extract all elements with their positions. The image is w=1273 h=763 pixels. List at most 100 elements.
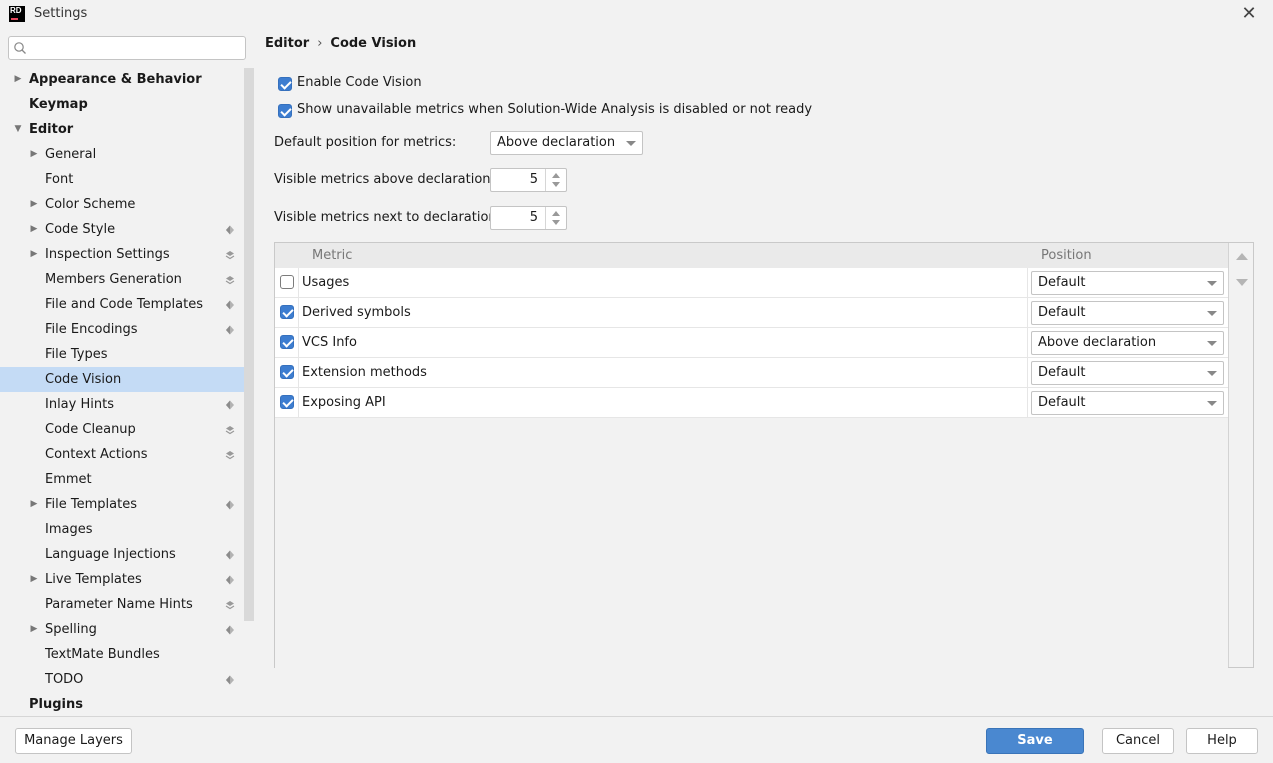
- column-divider: [1027, 328, 1028, 358]
- chevron-right-icon[interactable]: ▶: [12, 67, 24, 92]
- close-icon[interactable]: ✕: [1240, 4, 1258, 24]
- sidebar-item-label: Context Actions: [45, 447, 148, 462]
- table-row[interactable]: Extension methods Default: [275, 358, 1228, 388]
- column-divider: [1027, 358, 1028, 388]
- sidebar-item[interactable]: Members Generation: [0, 267, 254, 292]
- row-check-cell: [275, 358, 299, 388]
- table-row[interactable]: Usages Default: [275, 268, 1228, 298]
- chevron-right-icon[interactable]: ▶: [28, 242, 40, 267]
- title-bar: RD Settings ✕: [0, 0, 1273, 30]
- chevron-right-icon[interactable]: ▶: [28, 217, 40, 242]
- sidebar-item[interactable]: TODO: [0, 667, 254, 692]
- sidebar-item-label: Keymap: [29, 97, 88, 112]
- stepper-buttons[interactable]: [545, 169, 566, 191]
- sidebar-item[interactable]: Plugins: [0, 692, 254, 717]
- manage-layers-button[interactable]: Manage Layers: [15, 728, 132, 754]
- chevron-down-icon: [1207, 401, 1217, 406]
- metric-checkbox[interactable]: [280, 305, 294, 319]
- enable-code-vision-checkbox[interactable]: [278, 77, 292, 91]
- show-unavailable-checkbox[interactable]: [278, 104, 292, 118]
- sidebar-item[interactable]: Parameter Name Hints: [0, 592, 254, 617]
- chevron-right-icon[interactable]: ▶: [28, 192, 40, 217]
- chevron-down-icon: [1207, 341, 1217, 346]
- arrow-down-icon[interactable]: [552, 182, 560, 187]
- sidebar-item[interactable]: ▶ Inspection Settings: [0, 242, 254, 267]
- sidebar-item-label: Inspection Settings: [45, 247, 170, 262]
- default-position-select[interactable]: Above declaration: [490, 131, 643, 155]
- sidebar-item[interactable]: Keymap: [0, 92, 254, 117]
- metric-checkbox[interactable]: [280, 365, 294, 379]
- breadcrumb-parent[interactable]: Editor: [265, 36, 309, 51]
- sidebar-item[interactable]: ▶ General: [0, 142, 254, 167]
- table-body: Usages Default Derived symbols Default VCS I…: [275, 268, 1228, 668]
- table-row[interactable]: Exposing API Default: [275, 388, 1228, 418]
- table-row[interactable]: Derived symbols Default: [275, 298, 1228, 328]
- position-select[interactable]: Default: [1031, 271, 1224, 295]
- chevron-down-icon[interactable]: ▼: [12, 117, 24, 142]
- metric-checkbox[interactable]: [280, 395, 294, 409]
- cancel-button[interactable]: Cancel: [1102, 728, 1174, 754]
- sidebar-item[interactable]: File and Code Templates: [0, 292, 254, 317]
- sidebar-item[interactable]: Language Injections: [0, 542, 254, 567]
- sidebar-item[interactable]: ▶ Spelling: [0, 617, 254, 642]
- chevron-right-icon[interactable]: ▶: [28, 567, 40, 592]
- metric-checkbox[interactable]: [280, 275, 294, 289]
- search-input[interactable]: [8, 36, 246, 60]
- sidebar-item[interactable]: Images: [0, 517, 254, 542]
- position-select[interactable]: Default: [1031, 391, 1224, 415]
- default-position-value: Above declaration: [497, 135, 616, 150]
- visible-next-stepper[interactable]: 5: [490, 206, 567, 230]
- position-select[interactable]: Default: [1031, 301, 1224, 325]
- table-toolbar: [1228, 243, 1253, 667]
- row-check-cell: [275, 388, 299, 418]
- chevron-right-icon[interactable]: ▶: [28, 142, 40, 167]
- sidebar-item[interactable]: Context Actions: [0, 442, 254, 467]
- sidebar-item[interactable]: TextMate Bundles: [0, 642, 254, 667]
- position-select[interactable]: Default: [1031, 361, 1224, 385]
- move-up-icon[interactable]: [1236, 253, 1248, 260]
- chevron-down-icon: [626, 141, 636, 146]
- position-value: Default: [1038, 395, 1086, 410]
- arrow-up-icon[interactable]: [552, 211, 560, 216]
- sidebar-item-label: Code Cleanup: [45, 422, 136, 437]
- sidebar-scrollbar[interactable]: [244, 68, 254, 621]
- metric-checkbox[interactable]: [280, 335, 294, 349]
- table-row[interactable]: VCS Info Above declaration: [275, 328, 1228, 358]
- sidebar-item[interactable]: Inlay Hints: [0, 392, 254, 417]
- position-value: Default: [1038, 275, 1086, 290]
- sidebar-item-label: Editor: [29, 122, 74, 137]
- visible-above-stepper[interactable]: 5: [490, 168, 567, 192]
- header-metric[interactable]: Metric: [312, 248, 352, 263]
- chevron-right-icon[interactable]: ▶: [28, 492, 40, 517]
- sidebar-item[interactable]: Code Cleanup: [0, 417, 254, 442]
- sidebar-item[interactable]: ▼ Editor: [0, 117, 254, 142]
- sidebar-item[interactable]: Font: [0, 167, 254, 192]
- move-down-icon[interactable]: [1236, 279, 1248, 286]
- sidebar-item[interactable]: ▶ Color Scheme: [0, 192, 254, 217]
- sidebar-item[interactable]: Emmet: [0, 467, 254, 492]
- sidebar-item[interactable]: ▶ Code Style: [0, 217, 254, 242]
- window-title: Settings: [34, 6, 88, 21]
- sidebar-item[interactable]: File Types: [0, 342, 254, 367]
- sidebar-item[interactable]: ▶ Live Templates: [0, 567, 254, 592]
- chevron-down-icon: [1207, 371, 1217, 376]
- project-icon: [226, 500, 234, 510]
- header-position[interactable]: Position: [1041, 248, 1092, 263]
- breadcrumb: Editor › Code Vision: [265, 36, 416, 51]
- row-check-cell: [275, 268, 299, 298]
- row-check-cell: [275, 328, 299, 358]
- project-icon: [226, 625, 234, 635]
- sidebar-item[interactable]: File Encodings: [0, 317, 254, 342]
- help-button[interactable]: Help: [1186, 728, 1258, 754]
- enable-code-vision-label: Enable Code Vision: [297, 75, 422, 90]
- chevron-right-icon[interactable]: ▶: [28, 617, 40, 642]
- position-select[interactable]: Above declaration: [1031, 331, 1224, 355]
- stepper-buttons[interactable]: [545, 207, 566, 229]
- sidebar-item[interactable]: ▶ Appearance & Behavior: [0, 67, 254, 92]
- arrow-down-icon[interactable]: [552, 220, 560, 225]
- layers-icon: [225, 276, 235, 285]
- sidebar-item[interactable]: Code Vision: [0, 367, 254, 392]
- sidebar-item[interactable]: ▶ File Templates: [0, 492, 254, 517]
- arrow-up-icon[interactable]: [552, 173, 560, 178]
- save-button[interactable]: Save: [986, 728, 1084, 754]
